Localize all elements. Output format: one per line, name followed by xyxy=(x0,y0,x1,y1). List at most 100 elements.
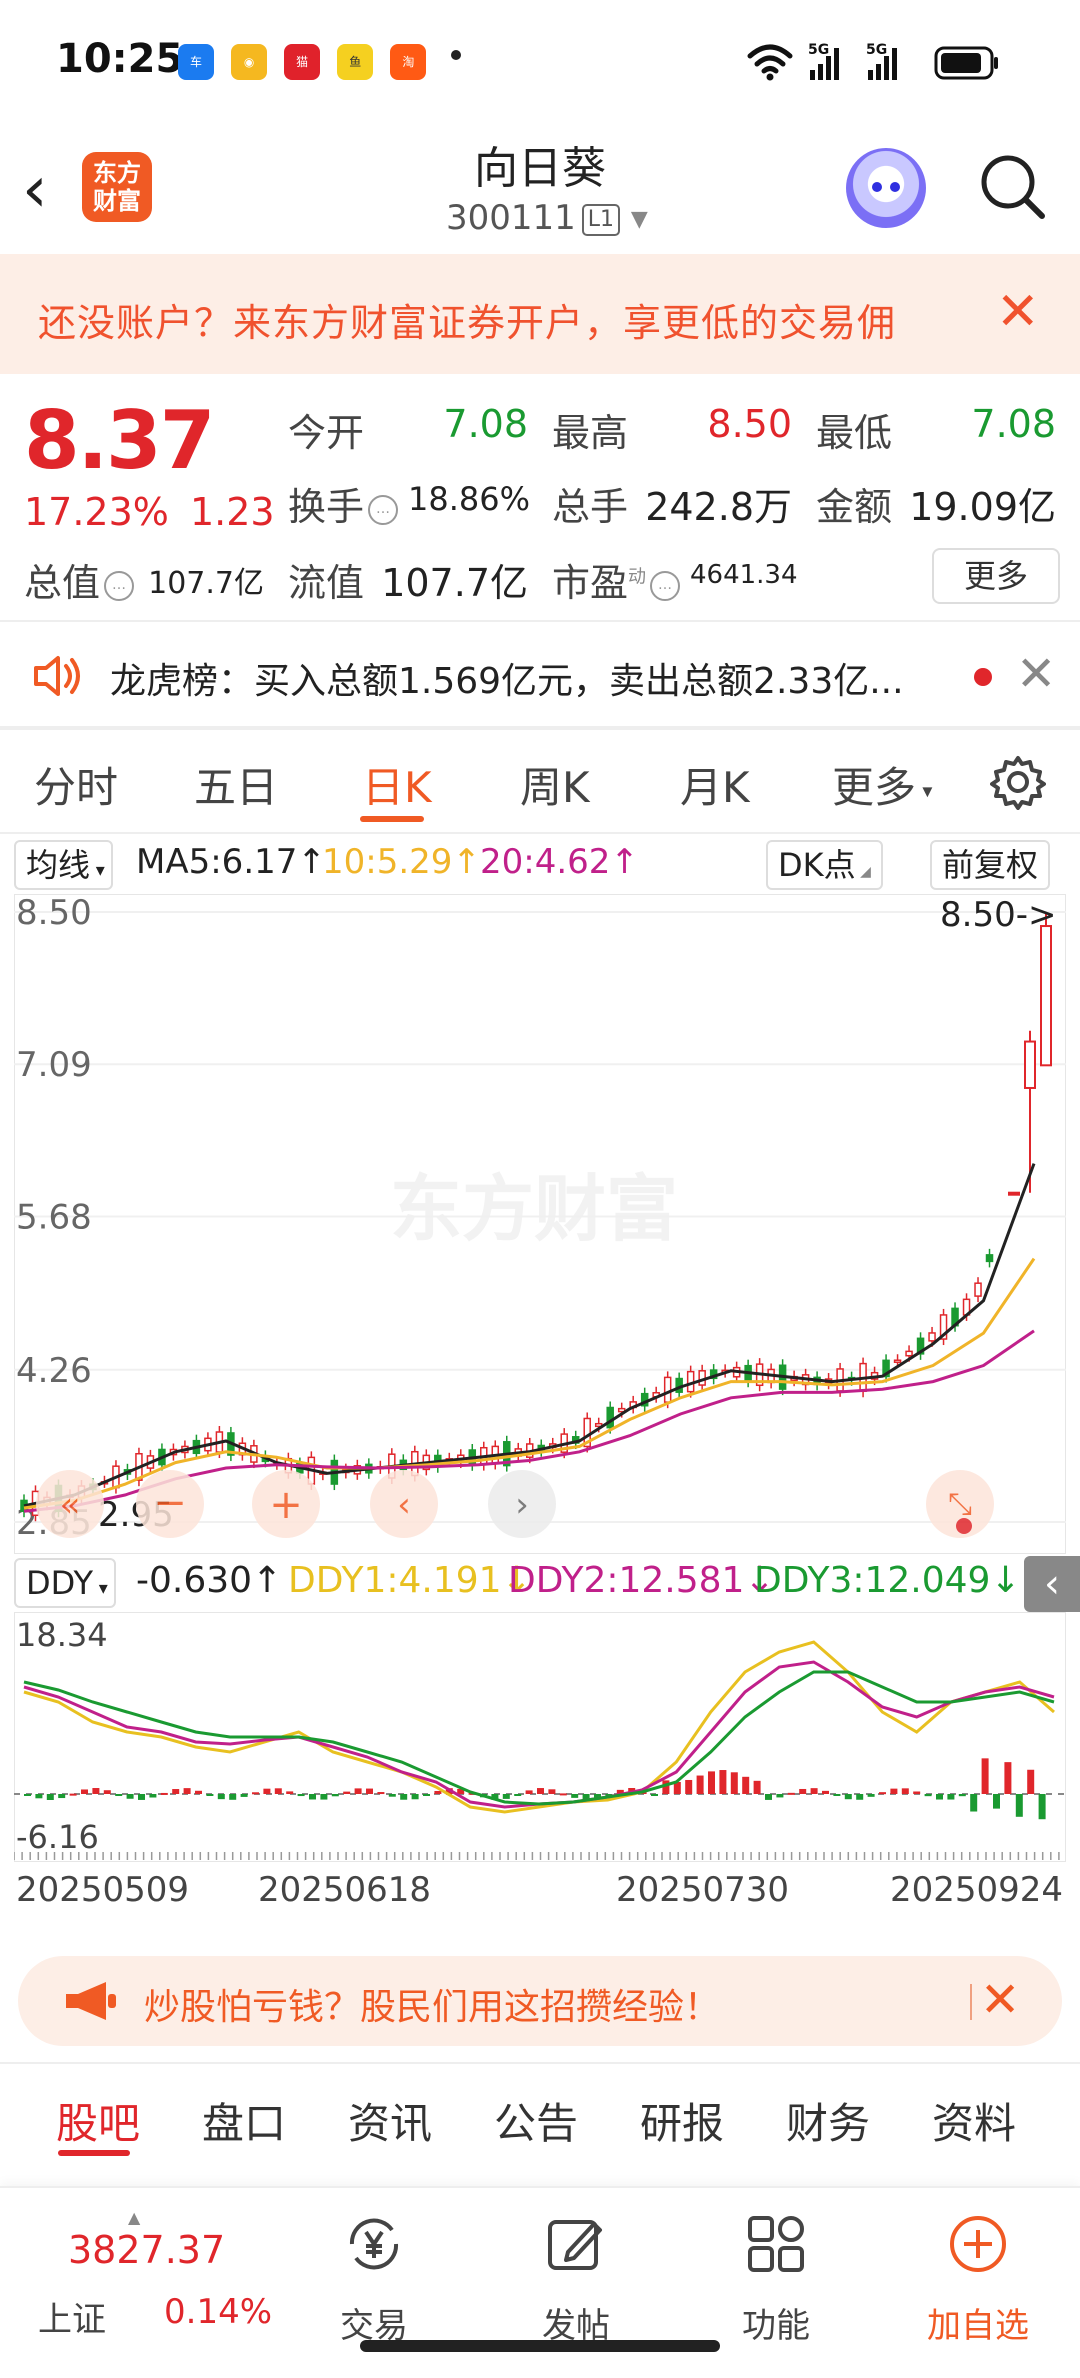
tab-more[interactable]: 更多 ▾ xyxy=(832,754,932,815)
candle xyxy=(606,1406,614,1429)
grid-icon xyxy=(748,2216,804,2272)
volume-value: 242.8万 xyxy=(645,485,792,529)
amount-value: 19.09亿 xyxy=(909,485,1056,529)
ddy-bar xyxy=(172,1789,180,1794)
tab-announcements[interactable]: 公告 xyxy=(494,2090,578,2151)
dk-point-button[interactable]: DK点 ◢ xyxy=(766,840,883,890)
info-icon[interactable]: … xyxy=(104,570,135,601)
tab-monthly-k[interactable]: 月K xyxy=(680,754,750,815)
open-label: 今开 xyxy=(288,411,365,455)
volume-label: 总手 xyxy=(552,485,629,529)
ddy-bar xyxy=(537,1788,544,1794)
x-axis-ticks xyxy=(14,1852,1060,1860)
tab-profile[interactable]: 资料 xyxy=(932,2090,1016,2151)
ddy-bar xyxy=(901,1788,909,1794)
adjust-selector[interactable]: 前复权 xyxy=(930,840,1051,890)
low-label: 最低 xyxy=(816,411,893,455)
ddy-bar xyxy=(297,1794,305,1797)
y-tick-label: 7.09 xyxy=(16,1045,92,1085)
status-bar: 10:25 车 ◉ 猫 鱼 淘 5G 5G xyxy=(0,0,1080,120)
ddy-bar xyxy=(787,1792,795,1795)
tab-news[interactable]: 资讯 xyxy=(348,2090,432,2151)
ddy-bar xyxy=(274,1788,282,1794)
trade-yen-icon xyxy=(349,2218,399,2270)
add-circle-icon xyxy=(950,2216,1006,2272)
ma5-value: MA5:6.17↑ xyxy=(136,842,326,882)
edit-icon xyxy=(548,2220,602,2270)
level-badge: L1 xyxy=(581,203,621,236)
date-tick: 20250924 xyxy=(890,1870,1064,1910)
ddy-bar xyxy=(502,1794,510,1799)
kline-chart[interactable]: 东方财富 8.507.095.684.262.85 8.50-> 2.95 « … xyxy=(14,894,1066,1554)
search-icon[interactable] xyxy=(976,150,1048,222)
ddy-bar xyxy=(924,1794,932,1797)
open-account-banner[interactable]: 还没账户？来东方财富证券开户，享更低的交易佣 ✕ xyxy=(0,254,1080,374)
ddy-bar xyxy=(434,1790,442,1794)
close-icon[interactable]: ✕ xyxy=(996,282,1040,342)
ddy-bar xyxy=(742,1776,750,1794)
tab-daily-k[interactable]: 日K xyxy=(362,754,432,815)
stock-code-selector[interactable]: 300111 L1 ▼ xyxy=(446,198,648,238)
ddy-bar xyxy=(765,1794,772,1800)
ddy-bar xyxy=(331,1794,339,1797)
speaker-icon xyxy=(34,656,80,696)
ddy-bar xyxy=(1004,1762,1012,1794)
ddy-bar xyxy=(354,1788,362,1794)
sub-indicator-selector[interactable]: DDY ▾ xyxy=(14,1558,116,1608)
info-icon[interactable]: … xyxy=(368,494,399,525)
ddy-bar xyxy=(753,1780,761,1794)
ddy-bar xyxy=(377,1792,385,1795)
ddy-bar xyxy=(879,1792,886,1795)
amount-label: 金额 xyxy=(816,485,893,529)
date-tick: 20250618 xyxy=(258,1870,432,1910)
tab-research[interactable]: 研报 xyxy=(640,2090,724,2151)
ddy-bar xyxy=(240,1794,248,1797)
tab-intraday[interactable]: 分时 xyxy=(34,754,118,815)
ddy-bar xyxy=(970,1794,978,1812)
close-icon[interactable]: ✕ xyxy=(1016,644,1056,704)
gear-icon[interactable] xyxy=(990,754,1046,810)
close-icon[interactable]: ✕ xyxy=(980,1970,1020,2030)
ddy-bar xyxy=(810,1788,818,1794)
ddy-bar xyxy=(411,1794,419,1800)
taobao-app-icon: 淘 xyxy=(390,44,427,80)
status-app-icons: 车 ◉ 猫 鱼 淘 xyxy=(178,44,462,84)
dragon-tiger-list-text[interactable]: 龙虎榜：买入总额1.569亿元，卖出总额2.33亿... xyxy=(110,652,904,704)
ddy-bar xyxy=(844,1794,852,1800)
ddy-bar xyxy=(320,1794,328,1800)
ddy-bar xyxy=(1038,1794,1046,1820)
promo-text: 炒股怕亏钱？股民们用这招攒经验！ xyxy=(144,1987,721,2028)
ddy-bar xyxy=(913,1791,921,1794)
ddy-bar xyxy=(195,1790,202,1794)
collapse-panel-button[interactable]: ‹ xyxy=(1024,1556,1080,1612)
date-tick: 20250509 xyxy=(16,1870,190,1910)
ddy-bar xyxy=(730,1772,738,1794)
more-button[interactable]: 更多 xyxy=(932,548,1060,604)
divider xyxy=(0,2062,1080,2064)
tab-five-day[interactable]: 五日 xyxy=(194,754,278,815)
ddy-bar xyxy=(149,1794,157,1798)
ddy-bar xyxy=(651,1794,658,1796)
candle xyxy=(893,1359,902,1363)
promo-banner[interactable]: 炒股怕亏钱？股民们用这招攒经验！ ✕ xyxy=(18,1956,1062,2046)
ddy-bar xyxy=(115,1794,123,1796)
ddy-bar xyxy=(548,1789,556,1794)
ddy-chart[interactable]: 18.34 -6.16 xyxy=(14,1612,1066,1862)
ai-assistant-robot-icon[interactable] xyxy=(846,148,926,228)
tab-weekly-k[interactable]: 周K xyxy=(520,754,590,815)
indicator-selector[interactable]: 均线 ▾ xyxy=(14,840,113,890)
chevron-down-icon: ▼ xyxy=(630,207,648,232)
open-value: 7.08 xyxy=(443,402,528,446)
change-percent: 17.23% xyxy=(24,490,169,534)
tab-order-book[interactable]: 盘口 xyxy=(202,2090,286,2151)
info-icon[interactable]: … xyxy=(650,570,681,601)
candle xyxy=(1008,1191,1020,1196)
tab-forum[interactable]: 股吧 xyxy=(56,2090,140,2151)
current-price: 8.37 xyxy=(24,394,215,487)
change-amount: 1.23 xyxy=(190,490,275,534)
active-tab-indicator xyxy=(58,2150,130,2156)
unread-dot xyxy=(974,668,992,686)
tab-financials[interactable]: 财务 xyxy=(786,2090,870,2151)
ddy-bar xyxy=(206,1794,214,1796)
tmall-app-icon: 猫 xyxy=(284,44,321,80)
